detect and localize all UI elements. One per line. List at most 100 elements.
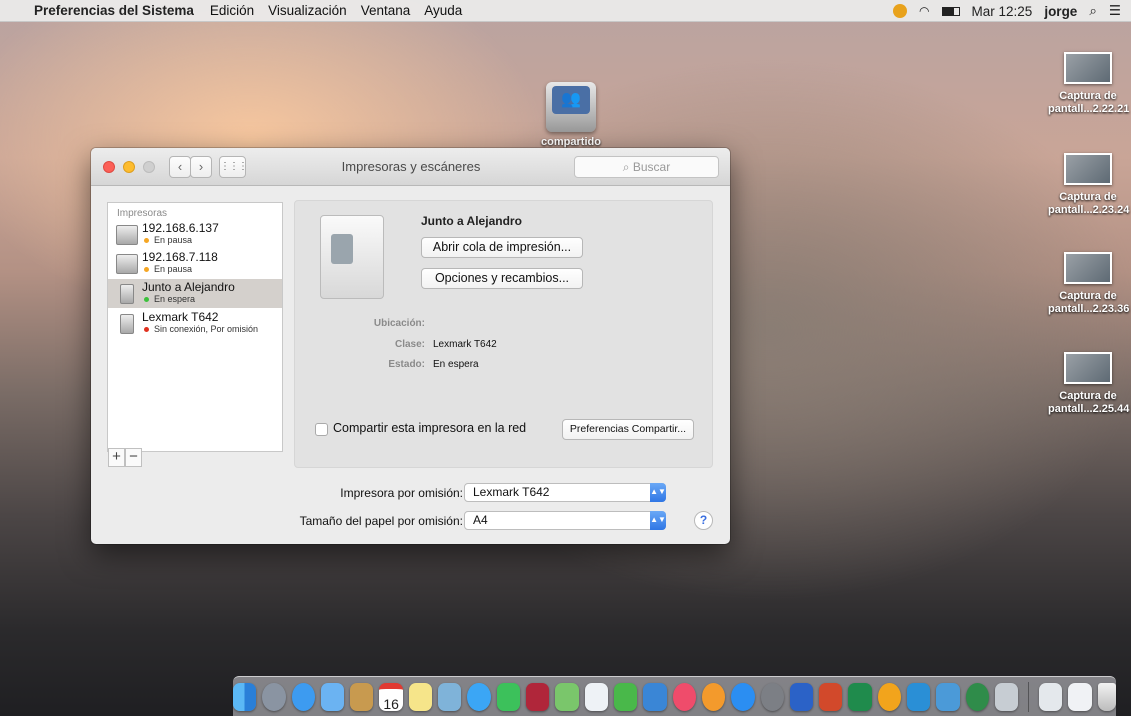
default-printer-value: Lexmark T642	[473, 485, 550, 499]
outlook-icon[interactable]	[877, 682, 902, 711]
notification-center-icon[interactable]: ☰	[1109, 3, 1121, 19]
screenshot-label: pantall...2.25.44	[1048, 403, 1130, 415]
sharing-preferences-button[interactable]: Preferencias Compartir...	[562, 419, 694, 440]
paper-size-select[interactable]: A4 ▲▼	[464, 511, 666, 530]
calendar-icon[interactable]: 16	[379, 682, 403, 712]
search-field[interactable]: ⌕ Buscar	[574, 156, 719, 178]
preview-icon[interactable]	[438, 682, 462, 711]
add-printer-button[interactable]: +	[108, 448, 125, 467]
back-button[interactable]: ‹	[169, 156, 191, 178]
menu-visualizacion[interactable]: Visualización	[268, 3, 347, 18]
screenshot-label: Captura de	[1059, 390, 1117, 402]
stickies-icon[interactable]	[408, 682, 433, 711]
documents-folder-icon[interactable]	[1068, 682, 1092, 711]
systemprefs-icon[interactable]	[760, 682, 784, 711]
textedit-icon[interactable]	[584, 682, 608, 711]
shared-drive-icon[interactable]: 👥 compartido	[541, 82, 601, 148]
screenshot-label: Captura de	[1059, 90, 1117, 102]
printer-icon	[116, 225, 138, 245]
excel-icon[interactable]	[848, 682, 872, 711]
printer-item[interactable]: 192.168.7.118 En pausa	[108, 249, 282, 278]
photobooth-icon[interactable]	[526, 682, 550, 711]
zoom-button[interactable]	[143, 161, 155, 173]
screenshot-thumbnail-icon	[1064, 153, 1112, 185]
default-printer-select[interactable]: Lexmark T642 ▲▼	[464, 483, 666, 502]
xcode-icon[interactable]	[936, 682, 960, 711]
desktop-screenshot-1[interactable]: Captura de pantall...2.22.21	[1048, 52, 1130, 116]
show-all-grid-button[interactable]: ⋮⋮⋮	[219, 156, 248, 178]
options-supplies-button[interactable]: Opciones y recambios...	[421, 268, 583, 289]
printer-detail-name: Junto a Alejandro	[421, 214, 522, 228]
printer-icon	[120, 314, 134, 334]
ibooks-icon[interactable]	[701, 682, 726, 711]
printer-status: En pausa	[144, 235, 192, 245]
trash-icon[interactable]	[1097, 682, 1117, 711]
printer-item-selected[interactable]: Junto a Alejandro En espera	[108, 279, 282, 308]
menu-edicion[interactable]: Edición	[210, 3, 254, 18]
facetime-icon[interactable]	[496, 682, 521, 711]
battery-icon[interactable]	[941, 6, 960, 16]
launchpad-icon[interactable]	[262, 682, 286, 711]
messages-icon[interactable]	[467, 682, 491, 711]
powerpoint-icon[interactable]	[819, 682, 843, 711]
status-app-icon[interactable]	[893, 4, 908, 18]
screenshot-label: pantall...2.22.21	[1048, 103, 1130, 115]
remove-printer-button[interactable]: −	[125, 448, 142, 467]
desktop-screenshot-2[interactable]: Captura de pantall...2.23.24	[1048, 153, 1130, 217]
onenote-icon[interactable]	[907, 682, 931, 711]
printer-item[interactable]: 192.168.6.137 En pausa	[108, 220, 282, 249]
printer-name: Lexmark T642	[142, 310, 219, 324]
menu-bar: Preferencias del Sistema Edición Visuali…	[0, 0, 1131, 22]
printer-status-text: En pausa	[154, 235, 193, 245]
menu-ayuda[interactable]: Ayuda	[424, 3, 462, 18]
status-dot-icon	[144, 267, 149, 273]
forward-button[interactable]: ›	[190, 156, 212, 178]
word-icon[interactable]	[789, 682, 814, 711]
itunes-icon[interactable]	[672, 682, 696, 711]
class-label: Clase:	[394, 339, 425, 350]
maps-icon[interactable]	[555, 682, 579, 711]
help-button[interactable]: ?	[694, 511, 713, 530]
appstore-icon[interactable]	[731, 682, 755, 711]
dock-separator	[1028, 681, 1030, 712]
default-printer-label: Impresora por omisión:	[340, 486, 463, 500]
screenshot-icon[interactable]	[995, 682, 1019, 711]
printer-list: Impresoras 192.168.6.137 En pausa 192.16…	[107, 202, 283, 452]
printer-status-text: En espera	[154, 294, 196, 304]
vpn-icon[interactable]	[965, 682, 990, 711]
share-printer-label[interactable]: Compartir esta impresora en la red	[333, 421, 526, 435]
dock: 16	[232, 676, 1117, 716]
finder-icon[interactable]	[232, 682, 257, 711]
share-printer-checkbox[interactable]	[315, 423, 328, 436]
open-print-queue-button[interactable]: Abrir cola de impresión...	[421, 237, 583, 258]
desktop-screenshot-3[interactable]: Captura de pantall...2.23.36	[1048, 252, 1129, 316]
printer-item[interactable]: Lexmark T642 Sin conexión, Por omisión	[108, 309, 282, 338]
search-icon: ⌕	[622, 160, 630, 174]
desktop-screenshot-4[interactable]: Captura de pantall...2.25.44	[1048, 352, 1130, 416]
window-title: Impresoras y escáneres	[341, 159, 481, 174]
user-menu[interactable]: jorge	[1044, 4, 1077, 19]
select-arrows-icon: ▲▼	[650, 483, 666, 502]
keynote-icon[interactable]	[643, 682, 667, 711]
minimize-button[interactable]	[123, 161, 135, 173]
printer-detail-panel: Junto a Alejandro Abrir cola de impresió…	[294, 200, 713, 468]
clock[interactable]: Mar 12:25	[972, 4, 1033, 19]
screenshot-label: pantall...2.23.24	[1048, 204, 1130, 216]
printer-image-icon	[320, 215, 384, 299]
screenshot-thumbnail-icon	[1064, 52, 1112, 84]
printer-status: Sin conexión, Por omisión	[144, 324, 258, 334]
sidebar-header: Impresoras	[117, 208, 168, 219]
app-menu[interactable]: Preferencias del Sistema	[34, 3, 194, 18]
numbers-icon[interactable]	[613, 682, 638, 711]
wifi-icon[interactable]: ◠	[919, 4, 929, 18]
menu-ventana[interactable]: Ventana	[361, 3, 411, 18]
printer-icon	[120, 284, 134, 304]
safari-icon[interactable]	[291, 682, 315, 711]
spotlight-icon[interactable]: ⌕	[1089, 3, 1097, 19]
location-label: Ubicación:	[373, 318, 425, 329]
screenshot-thumbnail-icon	[1064, 252, 1112, 284]
close-button[interactable]	[103, 161, 115, 173]
notes-icon[interactable]	[350, 682, 374, 711]
mail-icon[interactable]	[320, 682, 345, 711]
downloads-folder-icon[interactable]	[1039, 682, 1063, 711]
